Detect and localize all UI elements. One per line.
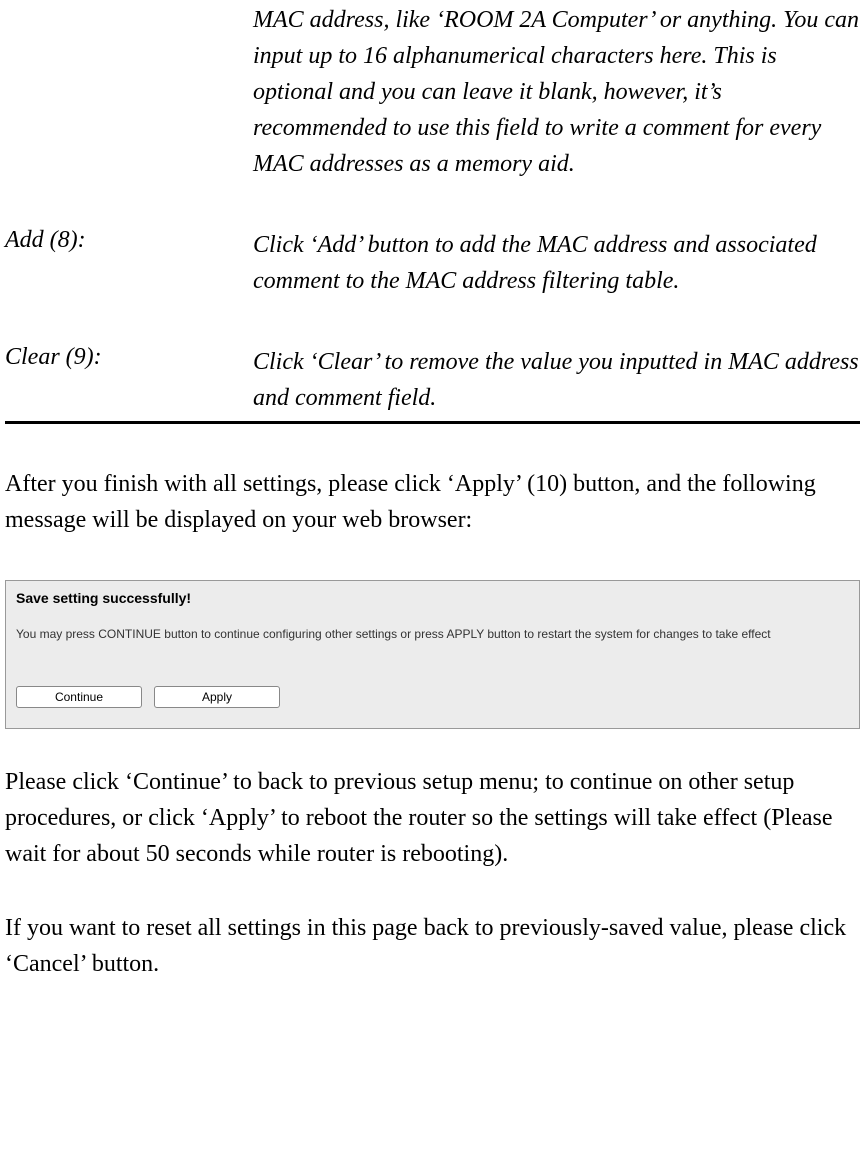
spacer (5, 872, 860, 910)
screenshot-message: You may press CONTINUE button to continu… (16, 626, 849, 643)
continue-button[interactable]: Continue (16, 686, 142, 708)
paragraph-continue-apply: Please click ‘Continue’ to back to previ… (5, 764, 860, 872)
apply-button[interactable]: Apply (154, 686, 280, 708)
screenshot-title: Save setting successfully! (16, 590, 849, 606)
screenshot-save-success: Save setting successfully! You may press… (5, 580, 860, 729)
definition-description: Click ‘Add’ button to add the MAC addres… (253, 227, 860, 299)
definition-row-add: Add (8): Click ‘Add’ button to add the M… (5, 227, 860, 299)
table-divider (5, 421, 860, 424)
definition-comment-tail: MAC address, like ‘ROOM 2A Computer’ or … (253, 2, 860, 182)
definition-label: Clear (9): (5, 344, 253, 416)
definition-row-clear: Clear (9): Click ‘Clear’ to remove the v… (5, 344, 860, 416)
screenshot-button-row: Continue Apply (16, 686, 849, 708)
paragraph-after-settings: After you finish with all settings, plea… (5, 466, 860, 538)
definition-label: Add (8): (5, 227, 253, 299)
paragraph-cancel: If you want to reset all settings in thi… (5, 910, 860, 982)
definition-description: Click ‘Clear’ to remove the value you in… (253, 344, 860, 416)
